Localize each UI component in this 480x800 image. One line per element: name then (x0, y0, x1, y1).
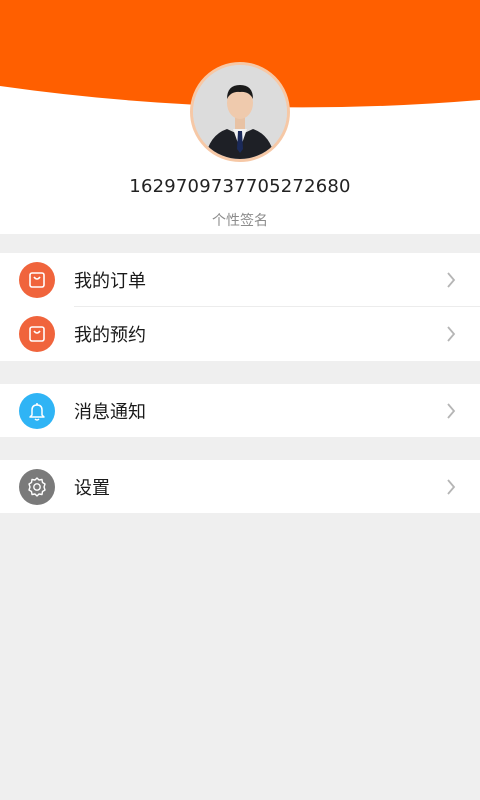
chevron-right-icon (444, 326, 458, 342)
avatar-photo-icon (193, 65, 287, 159)
menu-item-settings[interactable]: 设置 (0, 460, 480, 513)
menu-item-label: 设置 (74, 477, 110, 499)
user-id: 1629709737705272680 (129, 176, 351, 197)
menu-item-label: 我的订单 (74, 271, 146, 292)
chevron-right-icon (444, 402, 458, 419)
menu-item-label: 消息通知 (74, 401, 146, 423)
profile-page: 1629709737705272680 个性签名 我的订单 我的预约 消息通知 … (0, 0, 480, 800)
menu-group-settings: 设置 (0, 460, 480, 513)
bell-icon (19, 392, 55, 429)
chevron-right-icon (444, 272, 458, 288)
menu-group-orders: 我的订单 我的预约 (0, 253, 480, 361)
gear-icon (19, 468, 55, 505)
menu-item-notifications[interactable]: 消息通知 (0, 384, 480, 437)
avatar[interactable] (190, 62, 290, 162)
shopping-bag-icon (19, 262, 55, 298)
chevron-right-icon (444, 478, 458, 495)
signature[interactable]: 个性签名 (0, 210, 480, 230)
shopping-bag-icon (19, 316, 55, 352)
menu-item-my-orders[interactable]: 我的订单 (0, 253, 480, 307)
profile-header: 1629709737705272680 个性签名 (0, 0, 480, 234)
menu-group-messages: 消息通知 (0, 384, 480, 437)
menu-item-my-appointments[interactable]: 我的预约 (0, 307, 480, 361)
menu-item-label: 我的预约 (74, 325, 146, 346)
